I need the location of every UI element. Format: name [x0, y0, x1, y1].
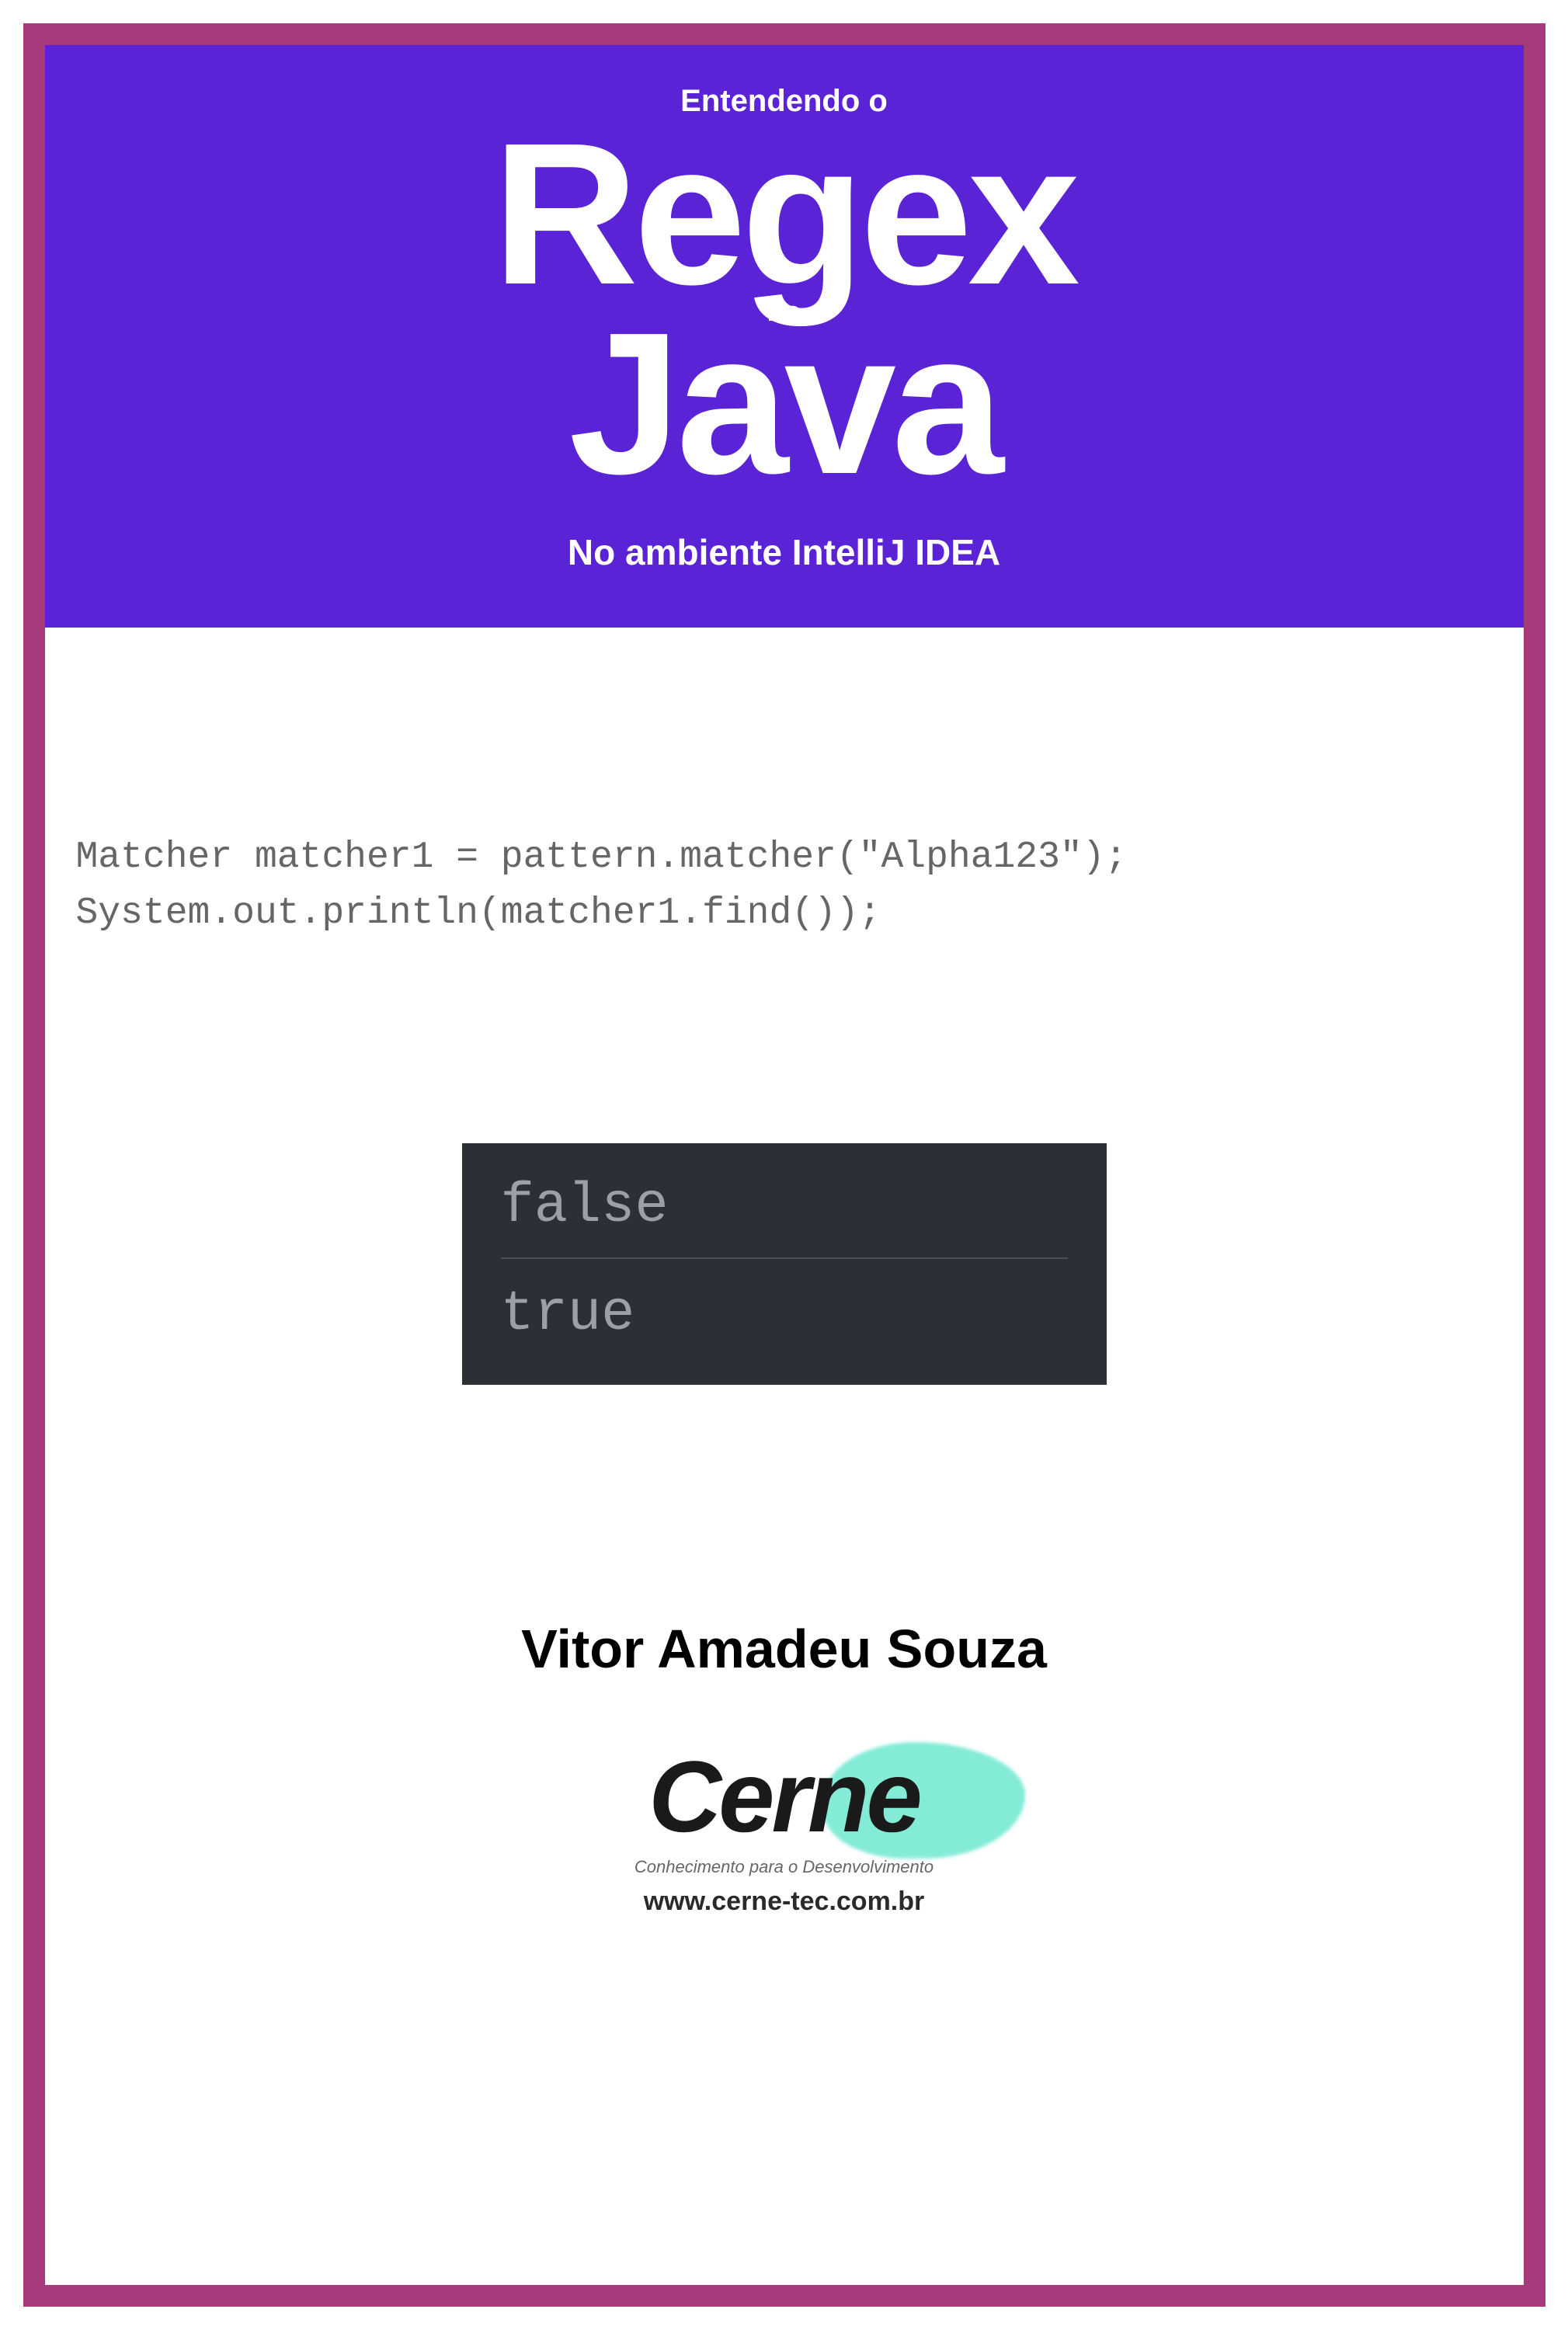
code-line-1: Matcher matcher1 = pattern.matcher("Alph…	[76, 836, 1128, 878]
console-separator	[501, 1257, 1068, 1259]
body-area: Matcher matcher1 = pattern.matcher("Alph…	[45, 628, 1524, 2285]
publisher-logo-block: Cerne Conhecimento para o Desenvolviment…	[536, 1727, 1033, 1917]
publisher-website: www.cerne-tec.com.br	[644, 1887, 925, 1917]
subtitle: No ambiente IntelliJ IDEA	[568, 531, 1000, 573]
console-output: false true	[462, 1143, 1107, 1385]
code-line-2: System.out.println(matcher1.find());	[76, 892, 881, 934]
page: Entendendo o Regex no Java No ambiente I…	[0, 0, 1568, 2330]
title-word-1: Regex	[492, 119, 1075, 311]
logo-box: Cerne	[536, 1727, 1033, 1866]
logo-text: Cerne	[648, 1738, 919, 1855]
console-line-1: false	[501, 1174, 1068, 1238]
author-name: Vitor Amadeu Souza	[521, 1618, 1047, 1680]
cover-frame: Entendendo o Regex no Java No ambiente I…	[23, 23, 1545, 2307]
title-header: Entendendo o Regex no Java No ambiente I…	[45, 45, 1524, 628]
console-line-2: true	[501, 1282, 1068, 1346]
code-sample: Matcher matcher1 = pattern.matcher("Alph…	[45, 628, 1524, 941]
title-word-2: Java	[568, 308, 999, 500]
